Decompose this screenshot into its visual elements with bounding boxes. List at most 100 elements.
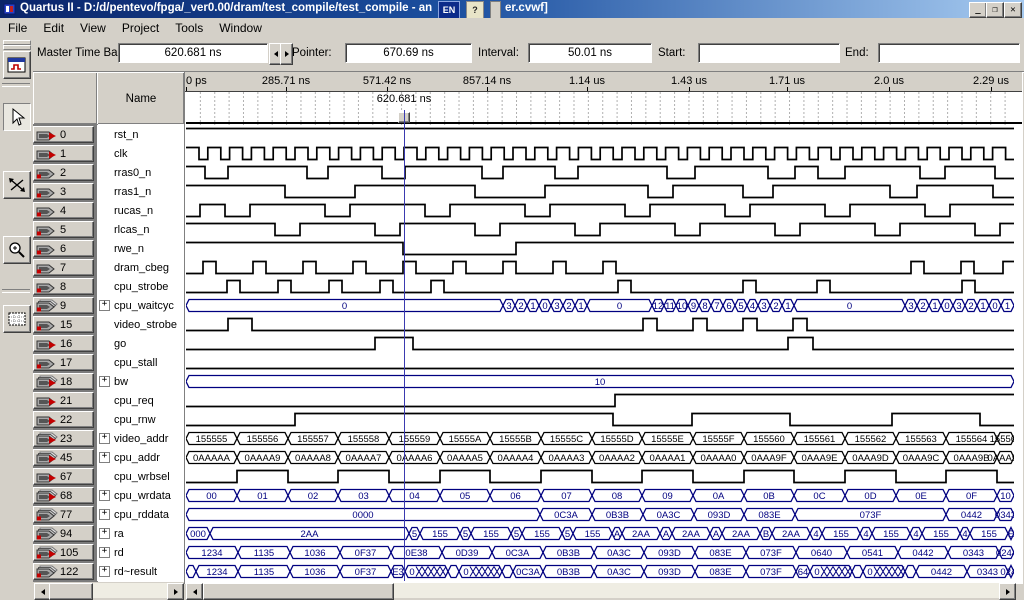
dock-drag-handle[interactable] [3,45,31,50]
wave-cpu_wrbsel[interactable] [186,467,1014,486]
expand-plus-icon[interactable]: + [99,566,110,577]
signal-row-name[interactable]: cpu_strobe [97,277,183,296]
time-ruler[interactable]: 0 ps285.71 ns571.42 ns857.14 ns1.14 us1.… [185,72,1022,92]
wave-rras1_n[interactable] [186,182,1014,201]
signal-index-button[interactable]: 5 [33,221,94,238]
restore-button[interactable]: ❐ [986,2,1004,18]
master-time-bar-cursor[interactable] [404,110,405,581]
menu-item-file[interactable]: File [0,19,35,37]
time-bar-strip[interactable] [185,92,1022,123]
signal-index-button[interactable]: 67 [33,468,94,485]
title-bar[interactable]: Quartus II - D:/d/pentevo/fpga/_ver0.00/… [0,0,1024,18]
signal-row-name[interactable]: +rd~result [97,562,183,581]
signal-row-name[interactable]: rucas_n [97,201,183,220]
wave-rd~result[interactable]: 1234113510360F37E3000C3A0B3B0A3C093D083E… [186,562,1014,581]
signal-row-name[interactable]: cpu_stall [97,353,183,372]
expand-plus-icon[interactable]: + [99,300,110,311]
toolbar-field-value[interactable] [878,43,1020,63]
wave-video_strobe[interactable] [186,315,1014,334]
signal-index-button[interactable]: 2 [33,164,94,181]
wave-rlcas_n[interactable] [186,220,1014,239]
wave-cpu_req[interactable] [186,391,1014,410]
signal-index-button[interactable]: 17 [33,354,94,371]
expand-plus-icon[interactable]: + [99,376,110,387]
menu-item-project[interactable]: Project [114,19,167,37]
signal-row-name[interactable]: +ra [97,524,183,543]
signal-row-name[interactable]: +cpu_addr [97,448,183,467]
toolbar-field-value[interactable]: 50.01 ns [528,43,652,63]
menu-item-edit[interactable]: Edit [35,19,72,37]
split-tool-button[interactable] [3,171,31,199]
signal-index-button[interactable]: 3 [33,183,94,200]
signal-index-button[interactable]: 45 [33,449,94,466]
menu-item-tools[interactable]: Tools [167,19,211,37]
signal-row-name[interactable]: +bw [97,372,183,391]
signal-row-name[interactable]: +cpu_wrdata [97,486,183,505]
signal-row-name[interactable]: cpu_rnw [97,410,183,429]
wave-cpu_stall[interactable] [186,353,1014,372]
signal-index-button[interactable]: 6 [33,240,94,257]
signal-row-name[interactable]: video_strobe [97,315,183,334]
waveform-editor-button[interactable] [3,51,31,79]
name-scroll-right-icon[interactable] [167,583,184,600]
signal-row-name[interactable]: cpu_req [97,391,183,410]
expand-plus-icon[interactable]: + [99,433,110,444]
wave-rras0_n[interactable] [186,163,1014,182]
signal-index-button[interactable]: 22 [33,411,94,428]
menu-item-window[interactable]: Window [211,19,270,37]
signal-row-name[interactable]: clk [97,144,183,163]
wave-dram_cbeg[interactable] [186,258,1014,277]
wave-bw[interactable]: 10 [186,372,1014,391]
signal-row-name[interactable]: dram_cbeg [97,258,183,277]
signal-index-button[interactable]: 105 [33,544,94,561]
signal-index-button[interactable]: 16 [33,335,94,352]
toolbar-field-value[interactable]: 670.69 ns [345,43,472,63]
signal-row-name[interactable]: +cpu_waitcyc [97,296,183,315]
wave-scroll-right-icon[interactable] [999,583,1016,600]
wave-cpu_rddata[interactable]: 00000C3A0B3B0A3C093D083E073F04420343 [186,505,1014,524]
signal-row-name[interactable]: rlcas_n [97,220,183,239]
expand-plus-icon[interactable]: + [99,528,110,539]
wave-cpu_wrdata[interactable]: 000102030405060708090A0B0C0D0E0F10 [186,486,1014,505]
language-bar-handle[interactable] [490,1,501,19]
signal-index-button[interactable]: 1 [33,145,94,162]
signal-row-name[interactable]: rwe_n [97,239,183,258]
signal-index-button[interactable]: 68 [33,487,94,504]
wave-cpu_waitcyc[interactable]: 0321032101211109876543210321032101 [186,296,1014,315]
wave-rd[interactable]: 1234113510360F370E380D390C3A0B3B0A3C093D… [186,543,1014,562]
toolbar-field-value[interactable]: 620.681 ns [118,43,268,63]
expand-plus-icon[interactable]: + [99,452,110,463]
wave-rwe_n[interactable] [186,239,1014,258]
wave-cpu_rnw[interactable] [186,410,1014,429]
signal-index-button[interactable]: 7 [33,259,94,276]
waveform-rows[interactable]: 0321032101211109876543210321032101101555… [186,125,1022,582]
wave-scroll-left-icon[interactable] [186,583,203,600]
signal-index-button[interactable]: 4 [33,202,94,219]
signal-row-name[interactable]: go [97,334,183,353]
signal-index-button[interactable]: 21 [33,392,94,409]
close-button[interactable]: ✕ [1004,2,1022,18]
wave-rucas_n[interactable] [186,201,1014,220]
wave-scroll-thumb[interactable] [203,583,394,600]
wave-rst_n[interactable] [186,125,1014,144]
expand-plus-icon[interactable]: + [99,509,110,520]
signal-index-button[interactable]: 77 [33,506,94,523]
signal-index-button[interactable]: 0 [33,126,94,143]
signal-index-button[interactable]: 9 [33,297,94,314]
signal-row-name[interactable]: rras0_n [97,163,183,182]
signal-index-button[interactable]: 122 [33,563,94,580]
signal-row-name[interactable]: rras1_n [97,182,183,201]
wave-cpu_addr[interactable]: 0AAAAA0AAAA90AAAA80AAAA70AAAA60AAAA50AAA… [186,448,1014,467]
selection-cursor-button[interactable] [3,103,31,131]
expand-plus-icon[interactable]: + [99,490,110,501]
signal-index-button[interactable]: 8 [33,278,94,295]
signal-index-button[interactable]: 23 [33,430,94,447]
signal-row-name[interactable]: cpu_wrbsel [97,467,183,486]
full-screen-button[interactable] [3,305,31,333]
minimize-button[interactable]: _ [969,2,987,18]
wave-go[interactable] [186,334,1014,353]
signal-index-button[interactable]: 18 [33,373,94,390]
name-column-header[interactable]: Name [97,72,185,125]
signal-row-name[interactable]: +cpu_rddata [97,505,183,524]
language-indicator[interactable]: EN [438,1,460,19]
